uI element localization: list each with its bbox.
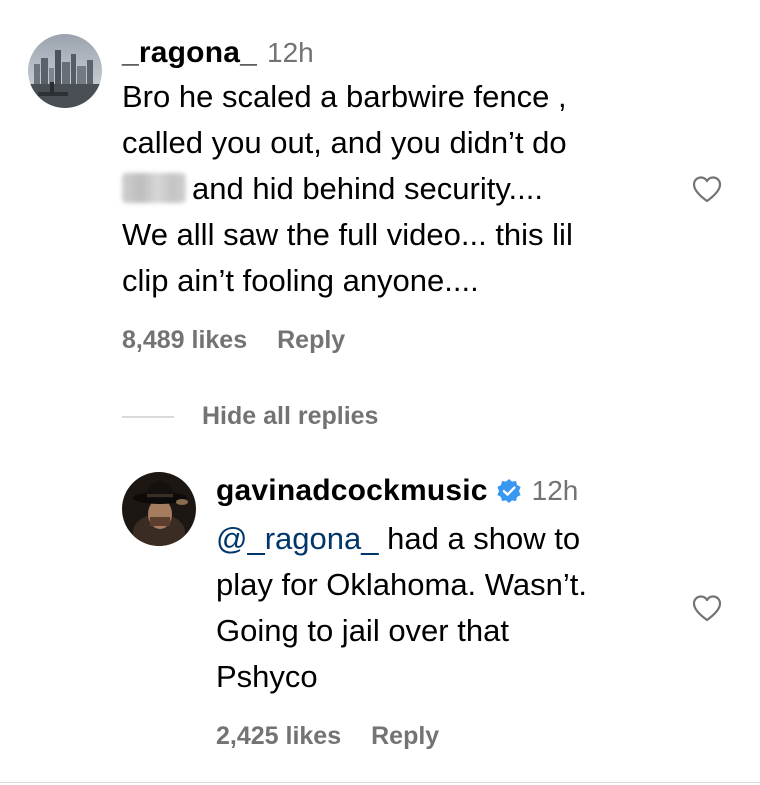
comment-timestamp[interactable]: 12h xyxy=(267,37,314,69)
reply-timestamp[interactable]: 12h xyxy=(532,475,579,507)
hide-replies-label[interactable]: Hide all replies xyxy=(202,402,378,431)
comment-line: and hid behind security.... xyxy=(192,171,543,206)
comment-line-redacted: and hid behind security.... xyxy=(122,166,573,212)
redacted-blur xyxy=(122,173,186,203)
likes-count[interactable]: 8,489 likes xyxy=(122,326,247,354)
comment-line: clip ain’t fooling anyone.... xyxy=(122,263,479,298)
divider-line xyxy=(122,415,174,418)
avatar[interactable] xyxy=(122,472,196,546)
reply-username[interactable]: gavinadcockmusic xyxy=(216,474,488,508)
reply-button[interactable]: Reply xyxy=(277,326,345,354)
reply-line: Going to jail over that xyxy=(216,613,509,648)
comment-line: Bro he scaled a barbwire fence , xyxy=(122,79,567,114)
reply-text: @_ragona_ had a show to play for Oklahom… xyxy=(216,516,587,700)
comment-line: We alll saw the full video... this lil xyxy=(122,217,573,252)
reply-line: Pshyco xyxy=(216,659,318,694)
divider xyxy=(0,782,760,783)
comment-line: called you out, and you didn’t do xyxy=(122,125,567,160)
hide-replies-toggle[interactable]: Hide all replies xyxy=(122,402,378,431)
reply-line: @_ragona_ had a show to xyxy=(216,516,587,562)
comment-text: Bro he scaled a barbwire fence , called … xyxy=(122,74,573,304)
cowboy-hat-avatar-icon xyxy=(122,472,196,546)
heart-outline-icon[interactable] xyxy=(692,175,722,203)
reply-line: play for Oklahoma. Wasn’t. xyxy=(216,567,587,602)
reply-button[interactable]: Reply xyxy=(371,722,439,750)
heart-outline-icon[interactable] xyxy=(692,594,722,622)
likes-count[interactable]: 2,425 likes xyxy=(216,722,341,750)
user-mention-link[interactable]: @_ragona_ xyxy=(216,521,378,556)
reply-line-text: had a show to xyxy=(387,521,581,556)
city-skyline-avatar-icon xyxy=(28,34,102,108)
comment-username[interactable]: _ragona_ xyxy=(122,36,257,70)
avatar[interactable] xyxy=(28,34,102,108)
verified-badge-icon xyxy=(497,479,521,503)
